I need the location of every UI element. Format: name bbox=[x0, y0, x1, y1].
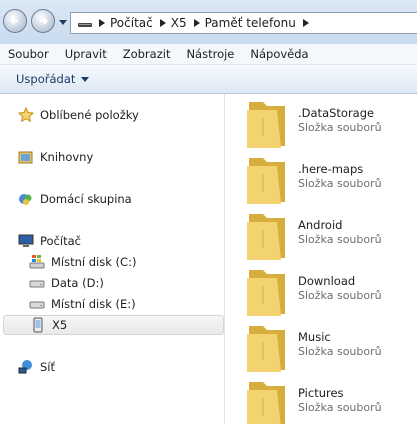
nav-computer-label: Počítač bbox=[40, 234, 81, 248]
folder-name: Pictures bbox=[298, 386, 344, 400]
nav-device-x5[interactable]: X5 bbox=[3, 315, 224, 335]
nav-device-x5-label: X5 bbox=[52, 318, 68, 332]
navigation-pane: Oblíbené položky Knihovny Domácí skupina bbox=[0, 94, 225, 424]
drive-icon bbox=[29, 296, 45, 312]
nav-network-label: Síť bbox=[40, 360, 56, 374]
homegroup-icon bbox=[18, 191, 34, 207]
chevron-right-icon[interactable] bbox=[299, 19, 313, 27]
command-bar: Uspořádat bbox=[0, 65, 417, 94]
back-button[interactable] bbox=[3, 9, 27, 33]
breadcrumb-root-arrow[interactable] bbox=[95, 19, 109, 27]
address-input[interactable]: Počítač X5 Paměť telefonu bbox=[70, 12, 417, 34]
folder-item[interactable]: .here-maps Složka souborů bbox=[245, 156, 417, 206]
menu-bar: Soubor Upravit Zobrazit Nástroje Nápověd… bbox=[0, 44, 417, 65]
recent-pages-dropdown-icon[interactable] bbox=[58, 17, 68, 27]
star-icon bbox=[18, 107, 34, 123]
back-arrow-icon bbox=[10, 17, 18, 25]
nav-drive-d-label: Data (D:) bbox=[51, 276, 104, 290]
folder-type: Složka souborů bbox=[298, 121, 382, 134]
nav-computer[interactable]: Počítač bbox=[18, 231, 81, 251]
nav-favorites[interactable]: Oblíbené položky bbox=[18, 105, 139, 125]
forward-arrow-icon bbox=[40, 17, 48, 25]
nav-homegroup[interactable]: Domácí skupina bbox=[18, 189, 132, 209]
network-icon bbox=[18, 359, 34, 375]
folder-type: Složka souborů bbox=[298, 233, 382, 246]
windows-drive-icon bbox=[29, 254, 45, 270]
computer-icon bbox=[18, 233, 34, 249]
drive-icon bbox=[29, 275, 45, 291]
nav-homegroup-label: Domácí skupina bbox=[40, 192, 132, 206]
menu-tools[interactable]: Nástroje bbox=[178, 47, 242, 61]
folder-item[interactable]: .DataStorage Složka souborů bbox=[245, 100, 417, 150]
file-list: .DataStorage Složka souborů .here-maps S… bbox=[225, 94, 417, 424]
nav-libraries-label: Knihovny bbox=[40, 150, 94, 164]
folder-type: Složka souborů bbox=[298, 289, 382, 302]
folder-name: .here-maps bbox=[298, 162, 364, 176]
folder-icon bbox=[247, 214, 285, 260]
folder-name: Music bbox=[298, 330, 331, 344]
chevron-down-icon bbox=[81, 76, 90, 82]
nav-drive-c[interactable]: Místní disk (C:) bbox=[29, 252, 136, 272]
breadcrumb-item[interactable]: Paměť telefonu bbox=[204, 16, 313, 30]
libraries-icon bbox=[18, 149, 34, 165]
organize-button[interactable]: Uspořádat bbox=[16, 72, 90, 86]
breadcrumb-item[interactable]: Počítač bbox=[109, 16, 170, 30]
folder-type: Složka souborů bbox=[298, 177, 382, 190]
folder-name: Android bbox=[298, 218, 343, 232]
breadcrumb-item[interactable]: X5 bbox=[170, 16, 204, 30]
nav-libraries[interactable]: Knihovny bbox=[18, 147, 93, 167]
nav-drive-d[interactable]: Data (D:) bbox=[29, 273, 104, 293]
nav-drive-e-label: Místní disk (E:) bbox=[51, 297, 136, 311]
folder-name: .DataStorage bbox=[298, 106, 375, 120]
folder-icon bbox=[247, 270, 285, 316]
menu-view[interactable]: Zobrazit bbox=[115, 47, 179, 61]
chevron-right-icon[interactable] bbox=[190, 19, 204, 27]
menu-help[interactable]: Nápověda bbox=[242, 47, 316, 61]
phone-icon bbox=[30, 317, 46, 333]
nav-drive-e[interactable]: Místní disk (E:) bbox=[29, 294, 136, 314]
folder-item[interactable]: Pictures Složka souborů bbox=[245, 380, 417, 424]
folder-item[interactable]: Android Složka souborů bbox=[245, 212, 417, 262]
folder-icon bbox=[247, 102, 285, 148]
forward-button[interactable] bbox=[31, 9, 55, 33]
computer-location-icon bbox=[77, 17, 93, 29]
menu-file[interactable]: Soubor bbox=[0, 47, 57, 61]
folder-type: Složka souborů bbox=[298, 401, 382, 414]
nav-favorites-label: Oblíbené položky bbox=[40, 108, 139, 122]
folder-icon bbox=[247, 382, 285, 424]
organize-label: Uspořádat bbox=[16, 72, 76, 86]
folder-icon bbox=[247, 158, 285, 204]
folder-type: Složka souborů bbox=[298, 345, 382, 358]
folder-name: Download bbox=[298, 274, 356, 288]
folder-item[interactable]: Download Složka souborů bbox=[245, 268, 417, 318]
folder-item[interactable]: Music Složka souborů bbox=[245, 324, 417, 374]
chevron-right-icon[interactable] bbox=[156, 19, 170, 27]
address-bar-region: Počítač X5 Paměť telefonu bbox=[0, 0, 417, 44]
folder-icon bbox=[247, 326, 285, 372]
nav-drive-c-label: Místní disk (C:) bbox=[51, 255, 137, 269]
nav-network[interactable]: Síť bbox=[18, 357, 55, 377]
menu-edit[interactable]: Upravit bbox=[57, 47, 115, 61]
